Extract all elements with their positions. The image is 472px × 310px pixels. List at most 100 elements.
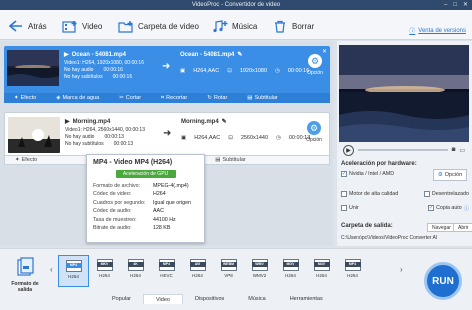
scroll-right-icon[interactable]: › bbox=[400, 265, 403, 274]
format-tile[interactable]: WEBM VP8 bbox=[213, 255, 244, 287]
target-file-name[interactable]: Morning.mp4 ✎ bbox=[181, 118, 227, 126]
clock-icon: ◷ bbox=[276, 135, 281, 141]
hardware-option-button[interactable]: ⚙ Opción bbox=[433, 169, 467, 181]
codec-option-button[interactable]: ⚙ Opción bbox=[306, 54, 324, 76]
format-tile[interactable]: MP4 HEVC bbox=[151, 255, 182, 287]
format-tag: WMV bbox=[251, 262, 268, 267]
preview-panel: ▶ ◙ ▭ Aceleración por hardware: ✓ Nvidia … bbox=[337, 41, 472, 246]
back-label: Atrás bbox=[28, 21, 47, 31]
add-video-folder-button[interactable]: Carpeta de video bbox=[118, 18, 199, 34]
popup-key: Cuadros por segundo: bbox=[93, 199, 146, 206]
deinterlace-checkbox[interactable]: Desentrelazado bbox=[423, 191, 469, 197]
subtitle-track-info: No hay subtítulos bbox=[64, 74, 103, 80]
close-icon[interactable]: ✕ bbox=[463, 0, 468, 10]
add-video-button[interactable]: Video bbox=[62, 18, 102, 34]
help-link-label: Venta de versions bbox=[418, 27, 466, 34]
codec-icon: ▣ bbox=[180, 68, 186, 74]
player-controls: ▶ ◙ ▭ bbox=[339, 142, 469, 158]
hardware-acceleration-section: Aceleración por hardware: ✓ Nvidia / Inte… bbox=[341, 161, 469, 212]
nvidia-intel-amd-checkbox[interactable]: ✓ Nvidia / Intel / AMD bbox=[341, 171, 394, 177]
format-tab[interactable]: Herramientas bbox=[278, 294, 335, 304]
cut-button[interactable]: ✂ Cortar bbox=[109, 95, 151, 101]
snapshot-icon[interactable]: ◙ bbox=[452, 147, 456, 153]
target-file-name[interactable]: Ocean - 54081.mp4 ✎ bbox=[180, 51, 242, 59]
format-tile[interactable]: MP4 H264 bbox=[337, 255, 368, 287]
format-tile[interactable]: AVI H264 bbox=[182, 255, 213, 287]
resolution-icon: ⊡ bbox=[228, 135, 233, 141]
subtitle-button[interactable]: ▤ Subtitular bbox=[205, 157, 255, 163]
format-codec: H264 bbox=[130, 273, 141, 278]
scroll-left-icon[interactable]: ‹ bbox=[50, 265, 53, 274]
effect-button[interactable]: ✦ Efecto bbox=[5, 157, 47, 163]
option-label: Opción bbox=[306, 137, 322, 143]
format-tab[interactable]: Dispositivos bbox=[183, 294, 236, 304]
format-tag: MP4 bbox=[344, 262, 361, 267]
add-video-icon bbox=[62, 19, 78, 33]
target-meta: ▣ H264,AAC ⊡ 2560x1440 ◷ 00:00:13 bbox=[181, 135, 310, 141]
add-music-label: Música bbox=[232, 21, 258, 31]
source-time-2: 00:00:16 bbox=[112, 74, 133, 80]
edit-pencil-icon[interactable]: ✎ bbox=[222, 118, 227, 125]
open-button[interactable]: Abrir bbox=[453, 223, 472, 232]
remove-item-icon[interactable]: ✕ bbox=[322, 48, 327, 55]
folder-icon[interactable]: ▭ bbox=[459, 147, 465, 154]
format-info-popup: MP4 - Video MP4 (H264) Aceleración de GP… bbox=[86, 154, 205, 243]
format-tab[interactable]: Música bbox=[236, 294, 277, 304]
subtitle-button[interactable]: ▤ Subtitular bbox=[237, 95, 287, 101]
format-tab[interactable]: Video bbox=[142, 294, 183, 304]
checkbox-box: ✓ bbox=[428, 205, 435, 211]
source-time-2: 00:00:13 bbox=[113, 141, 134, 147]
checkbox-box bbox=[341, 205, 347, 211]
edit-pencil-icon[interactable]: ✎ bbox=[237, 51, 242, 58]
format-tile[interactable]: MKV H264 bbox=[89, 255, 120, 287]
rotate-button[interactable]: ↻Rotar bbox=[197, 95, 237, 101]
output-path: C:\Users\pc\Videos\VideoProc Converter A… bbox=[341, 235, 438, 241]
task-item-ocean[interactable]: ▶ Ocean - 54081.mp4 Video1: H264, 1920x1… bbox=[4, 46, 330, 98]
popup-value: 128 KB bbox=[153, 225, 171, 232]
format-tile[interactable]: M4V H264 bbox=[306, 255, 337, 287]
format-tile[interactable]: WMV WMV2 bbox=[244, 255, 275, 287]
format-codec: H264 bbox=[192, 273, 203, 278]
output-format-button[interactable]: Formato de salida bbox=[8, 257, 42, 293]
popup-row: Cuadros por segundo: Igual que origen bbox=[87, 199, 204, 207]
target-codec: H264,AAC bbox=[194, 135, 221, 141]
codec-option-button[interactable]: ⚙ Opción bbox=[305, 121, 323, 143]
copy-auto-checkbox[interactable]: ✓ Copia auto ⓘ bbox=[428, 204, 469, 212]
maximize-icon[interactable]: □ bbox=[453, 0, 457, 10]
help-icon: ⓘ bbox=[409, 29, 416, 35]
format-tag: WEBM bbox=[220, 262, 237, 267]
audio-track-info: No hay audio bbox=[65, 134, 95, 140]
merge-checkbox[interactable]: Unir bbox=[341, 204, 359, 212]
output-folder-section: Carpeta de salida: Navegar Abrir C:\User… bbox=[341, 223, 472, 241]
format-tile[interactable]: MOV H264 bbox=[275, 255, 306, 287]
help-link[interactable]: ⓘ Venta de versions bbox=[409, 26, 466, 36]
format-codec: H264 bbox=[285, 273, 296, 278]
convert-arrow-icon: ➜ bbox=[163, 128, 172, 139]
watermark-button[interactable]: ◈ Marca de agua bbox=[46, 95, 109, 101]
cut-label: Cortar bbox=[125, 95, 142, 101]
run-button[interactable]: RUN bbox=[424, 262, 462, 300]
format-codec: H264 bbox=[347, 273, 358, 278]
format-tag: MP4 bbox=[65, 263, 82, 268]
format-tile[interactable]: 4K H264 bbox=[120, 255, 151, 287]
subtitle-label: Subtitular bbox=[222, 157, 246, 163]
format-tag: MP4 bbox=[158, 262, 175, 267]
minimize-icon[interactable]: – bbox=[444, 0, 447, 10]
crop-button[interactable]: ⌗ Recortar bbox=[151, 95, 197, 102]
delete-button[interactable]: Borrar bbox=[272, 18, 314, 34]
format-tabs: Popular Video Dispositivos Música Herramient… bbox=[100, 294, 335, 304]
format-codec: HEVC bbox=[160, 273, 173, 278]
format-tab[interactable]: Popular bbox=[100, 294, 143, 304]
add-music-button[interactable]: Música bbox=[212, 18, 257, 34]
format-tile[interactable]: MP4 H264 bbox=[58, 255, 89, 287]
effect-label: Efecto bbox=[21, 157, 38, 163]
format-file-icon: MP4 bbox=[158, 259, 175, 271]
quality-engine-checkbox[interactable]: Motor de alta calidad bbox=[341, 191, 398, 197]
popup-row: Códec de audio: AAC bbox=[87, 207, 204, 215]
browse-button[interactable]: Navegar bbox=[427, 223, 456, 232]
play-icon[interactable]: ▶ bbox=[343, 144, 354, 156]
back-button[interactable]: Atrás bbox=[8, 18, 47, 34]
hardware-title: Aceleración por hardware: bbox=[341, 161, 417, 167]
effect-button[interactable]: ✦ Efecto bbox=[4, 95, 46, 101]
seek-bar[interactable] bbox=[358, 149, 448, 151]
